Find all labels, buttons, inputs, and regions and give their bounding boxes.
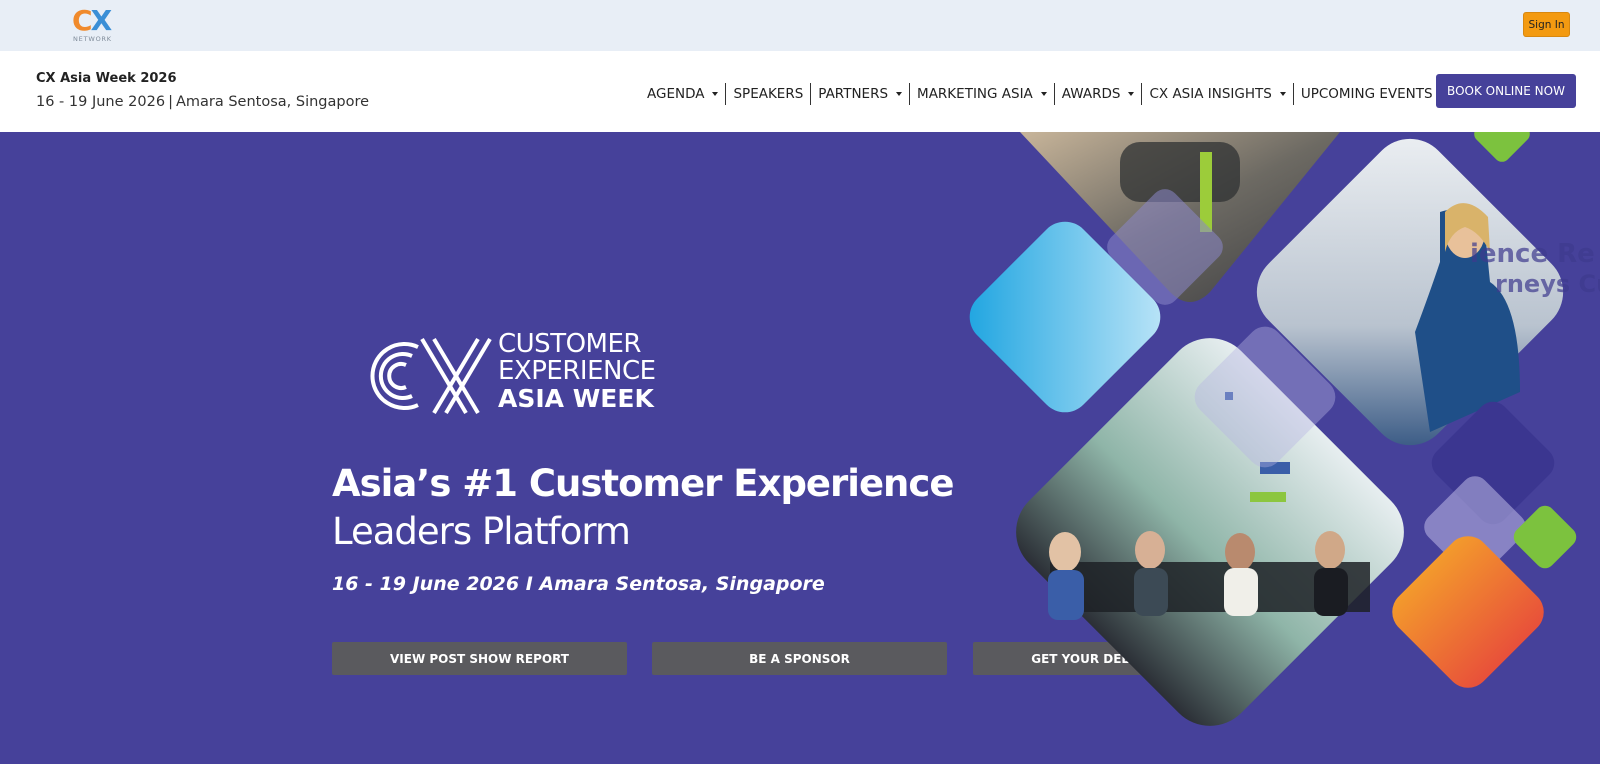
nav-label: AGENDA [647, 86, 705, 102]
site-header: CX Asia Week 2026 16 - 19 June 2026 | Amar… [0, 51, 1600, 132]
hero-photo-collage: ience Re rneys Cu [969, 132, 1600, 726]
nav-item-agenda[interactable]: AGENDA [640, 83, 725, 105]
view-post-show-report-button[interactable]: VIEW POST SHOW REPORT [332, 642, 627, 675]
caret-down-icon [712, 92, 719, 96]
book-online-button[interactable]: BOOK ONLINE NOW [1436, 74, 1576, 108]
nav-item-upcoming-events[interactable]: UPCOMING EVENTS [1292, 83, 1454, 105]
nav-item-marketing-asia[interactable]: MARKETING ASIA [909, 83, 1054, 105]
nav-item-awards[interactable]: AWARDS [1053, 83, 1142, 105]
top-bar: CX NETWORK Sign In [0, 0, 1600, 51]
cx-logo-icon [370, 337, 492, 415]
nav-label: CX ASIA INSIGHTS [1149, 86, 1272, 102]
svg-text:rneys Cu: rneys Cu [1495, 270, 1600, 298]
hero-title-line-2: Leaders Platform [332, 510, 631, 553]
svg-text:ience Re: ience Re [1470, 239, 1595, 269]
main-nav: AGENDA SPEAKERS PARTNERS MARKETING ASIA … [640, 82, 1454, 106]
event-info: 16 - 19 June 2026 | Amara Sentosa, Singapo… [36, 94, 369, 110]
logo-subtitle: NETWORK [73, 35, 112, 43]
green-diamond-top [1474, 132, 1530, 162]
nav-item-cx-asia-insights[interactable]: CX ASIA INSIGHTS [1141, 83, 1292, 105]
nav-label: UPCOMING EVENTS [1300, 86, 1433, 102]
logo-mark: CX [72, 4, 112, 37]
nav-label: MARKETING ASIA [917, 86, 1033, 102]
hero-title-line-1: Asia’s #1 Customer Experience [332, 462, 954, 505]
nav-label: PARTNERS [818, 86, 889, 102]
logo-line-3: ASIA WEEK [498, 384, 654, 413]
cx-asia-week-logo: CUSTOMER EXPERIENCE ASIA WEEK [360, 331, 680, 415]
nav-item-speakers[interactable]: SPEAKERS [725, 83, 810, 105]
caret-down-icon [896, 92, 903, 96]
event-name: CX Asia Week 2026 [36, 71, 177, 86]
nav-label: SPEAKERS [733, 86, 804, 102]
logo-line-1: CUSTOMER [498, 329, 641, 359]
green-diamond-right [1513, 505, 1577, 569]
sign-in-button[interactable]: Sign In [1523, 12, 1570, 37]
be-a-sponsor-button[interactable]: BE A SPONSOR [652, 642, 947, 675]
event-separator: | [168, 94, 173, 110]
caret-down-icon [1279, 92, 1286, 96]
event-venue: Amara Sentosa, Singapore [175, 94, 370, 110]
nav-label: AWARDS [1061, 86, 1121, 102]
hero-date-venue: 16 - 19 June 2026 I Amara Sentosa, Singa… [332, 573, 825, 595]
hero-banner: CUSTOMER EXPERIENCE ASIA WEEK Asia’s #1 … [0, 132, 1600, 764]
caret-down-icon [1128, 92, 1135, 96]
caret-down-icon [1040, 92, 1047, 96]
logo-line-2: EXPERIENCE [498, 356, 656, 386]
cx-network-logo[interactable]: CX NETWORK [72, 6, 120, 44]
nav-item-partners[interactable]: PARTNERS [810, 83, 909, 105]
logo-wordmark: CUSTOMER EXPERIENCE ASIA WEEK [498, 329, 656, 413]
event-dates: 16 - 19 June 2026 [36, 94, 166, 110]
